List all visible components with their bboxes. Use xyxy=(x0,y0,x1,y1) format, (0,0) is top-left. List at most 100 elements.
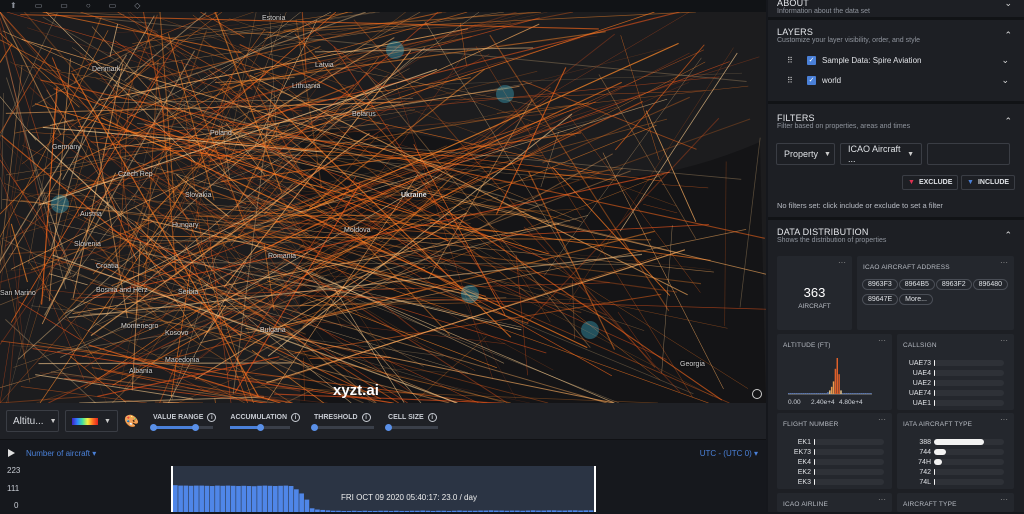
filter-type-select[interactable]: Property▼ xyxy=(776,143,835,165)
time-window-selection[interactable] xyxy=(171,466,596,512)
filter-exclude-icon: ▼ xyxy=(908,179,915,186)
exclude-button[interactable]: ▼EXCLUDE xyxy=(902,175,958,190)
bar-row[interactable]: EK73 xyxy=(783,447,884,457)
timeline-bar xyxy=(268,486,273,512)
icao-airline-card: ICAO AIRLINE ··· xyxy=(777,493,892,512)
filter-property-select[interactable]: ICAO Aircraft ...▼ xyxy=(840,143,922,165)
bar-row[interactable]: EK4 xyxy=(783,457,884,467)
flight-trail xyxy=(63,16,155,180)
threshold-slider[interactable]: THRESHOLDi xyxy=(314,413,374,429)
property-select-value: Altitu... xyxy=(13,416,44,427)
drag-handle-icon[interactable]: ⠿ xyxy=(787,76,793,85)
value-pill[interactable]: 8963F3 xyxy=(862,279,898,290)
map-label: Hungary xyxy=(172,222,198,229)
flight-trail xyxy=(0,240,30,382)
chevron-up-icon[interactable]: ⌃ xyxy=(1004,116,1012,127)
altitude-bar xyxy=(829,390,830,394)
bar-fill xyxy=(934,360,935,366)
bar-row[interactable]: 74H xyxy=(903,457,1004,467)
layer-visibility-checkbox[interactable]: ✓ xyxy=(807,76,816,85)
section-subtitle: Customize your layer visibility, order, … xyxy=(777,37,1015,44)
share-icon[interactable]: ▭ xyxy=(109,1,117,11)
chevron-up-icon[interactable]: ⌃ xyxy=(1004,230,1012,241)
altitude-bar xyxy=(837,358,838,394)
map-toolbar: ⬆ ▭ ▭ ○ ▭ ◇ xyxy=(0,0,766,12)
save-icon[interactable]: ▭ xyxy=(35,1,43,11)
include-button[interactable]: ▼INCLUDE xyxy=(961,175,1015,190)
bar-fill xyxy=(934,390,935,396)
info-icon[interactable]: i xyxy=(207,413,216,422)
flight-trail xyxy=(74,319,106,403)
play-icon[interactable] xyxy=(8,449,15,457)
compass-icon[interactable] xyxy=(752,389,762,399)
chevron-down-icon[interactable]: ⌄ xyxy=(1001,75,1009,86)
xyzt-watermark: xyzt.ai xyxy=(333,382,379,399)
palette-icon[interactable]: 🎨 xyxy=(124,414,139,428)
layer-item[interactable]: ⠿✓Sample Data: Spire Aviation⌄ xyxy=(777,50,1015,70)
bar-row[interactable]: 744 xyxy=(903,447,1004,457)
pin-icon[interactable]: ⬆ xyxy=(10,1,17,11)
altitude-histogram xyxy=(788,356,872,396)
bar-row[interactable]: UAE74 xyxy=(903,388,1004,398)
flight-trail xyxy=(2,93,4,209)
slider-label: ACCUMULATION xyxy=(230,414,287,421)
bar-row[interactable]: UAE2 xyxy=(903,378,1004,388)
chevron-down-icon[interactable]: ⌄ xyxy=(1001,55,1009,66)
bar-track xyxy=(814,469,884,475)
value-pill[interactable]: 8964B5 xyxy=(899,279,935,290)
metric-label: Number of aircraft xyxy=(26,449,90,458)
bar-row[interactable]: EK3 xyxy=(783,477,884,487)
airport-hotspot xyxy=(461,285,479,303)
more-values-button[interactable]: More... xyxy=(899,294,933,305)
about-section[interactable]: ABOUT Information about the data set ⌄ xyxy=(768,0,1024,20)
chevron-up-icon[interactable]: ⌃ xyxy=(1004,30,1012,41)
bar-fill xyxy=(934,380,935,386)
map-label: Lithuania xyxy=(292,83,320,90)
value-pill[interactable]: 896480 xyxy=(973,279,1008,290)
more-options-icon[interactable]: ··· xyxy=(878,336,886,345)
more-options-icon[interactable]: ··· xyxy=(878,415,886,424)
bar-row[interactable]: 388 xyxy=(903,437,1004,447)
comment-icon[interactable]: ▭ xyxy=(60,1,68,11)
altitude-bar xyxy=(848,393,849,394)
more-options-icon[interactable]: ··· xyxy=(838,258,846,267)
accumulation-slider[interactable]: ACCUMULATION i xyxy=(230,413,300,429)
property-select[interactable]: Altitu...▼ xyxy=(6,410,59,432)
altitude-bar xyxy=(870,393,871,394)
bar-row[interactable]: UAE73 xyxy=(903,358,1004,368)
tag-icon[interactable]: ◇ xyxy=(134,1,140,11)
map-view[interactable]: Estonia Latvia Denmark Lithuania Belarus… xyxy=(0,12,766,403)
more-options-icon[interactable]: ··· xyxy=(1000,495,1008,504)
airport-hotspot xyxy=(51,195,69,213)
cell-size-slider[interactable]: CELL SIZEi xyxy=(388,413,438,429)
info-icon[interactable]: i xyxy=(362,413,371,422)
bar-row[interactable]: EK1 xyxy=(783,437,884,447)
bar-label: UAE1 xyxy=(903,400,931,407)
more-options-icon[interactable]: ··· xyxy=(1000,336,1008,345)
value-pill[interactable]: 89647E xyxy=(862,294,898,305)
bar-row[interactable]: 742 xyxy=(903,467,1004,477)
include-label: INCLUDE xyxy=(978,179,1009,186)
axis-tick: 4.80e+4 xyxy=(839,399,863,406)
metric-select[interactable]: Number of aircraft ▾ xyxy=(26,449,96,458)
drag-handle-icon[interactable]: ⠿ xyxy=(787,56,793,65)
more-options-icon[interactable]: ··· xyxy=(878,495,886,504)
chevron-down-icon[interactable]: ⌄ xyxy=(1004,0,1012,9)
bar-row[interactable]: UAE4 xyxy=(903,368,1004,378)
timezone-select[interactable]: UTC - (UTC 0) ▾ xyxy=(700,449,758,458)
info-icon[interactable]: i xyxy=(291,413,300,422)
color-scale-select[interactable]: ▼ xyxy=(65,410,118,432)
bar-row[interactable]: UAE1 xyxy=(903,398,1004,408)
value-range-slider[interactable]: VALUE RANGEi xyxy=(153,413,216,429)
filter-value-input[interactable] xyxy=(927,143,1010,165)
value-pill[interactable]: 8963F2 xyxy=(936,279,972,290)
layer-item[interactable]: ⠿✓world⌄ xyxy=(777,70,1015,90)
bar-row[interactable]: 74L xyxy=(903,477,1004,487)
bar-row[interactable]: EK2 xyxy=(783,467,884,477)
timeline-bar xyxy=(194,486,199,512)
globe-icon[interactable]: ○ xyxy=(86,1,91,11)
more-options-icon[interactable]: ··· xyxy=(1000,258,1008,267)
info-icon[interactable]: i xyxy=(428,413,437,422)
layer-visibility-checkbox[interactable]: ✓ xyxy=(807,56,816,65)
more-options-icon[interactable]: ··· xyxy=(1000,415,1008,424)
